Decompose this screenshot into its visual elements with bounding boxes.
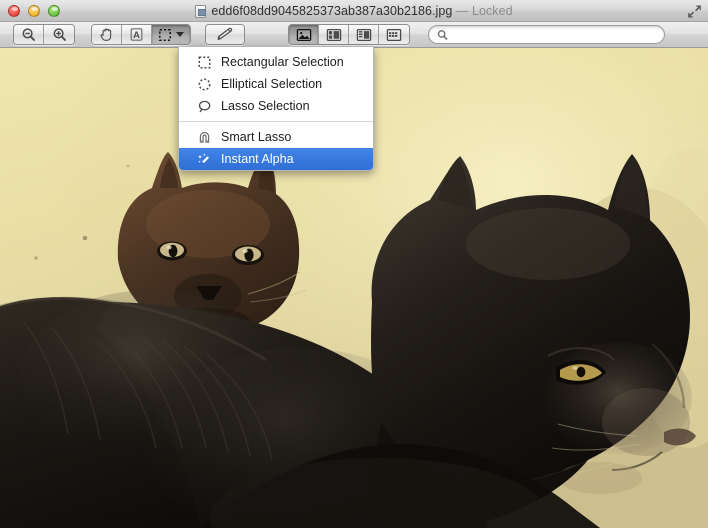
text-tool-button[interactable]: A [122,25,152,44]
menu-item-lasso-selection[interactable]: Lasso Selection [179,95,373,117]
menu-item-label: Elliptical Selection [221,77,323,91]
marching-ants-icon [159,28,171,41]
window-title-text: edd6f08dd9045825373ab387a30b2186.jpg — L… [211,4,512,18]
menu-item-elliptical-selection[interactable]: Elliptical Selection [179,73,373,95]
menu-item-rectangular-selection[interactable]: Rectangular Selection [179,51,373,73]
smart-lasso-icon [197,130,212,145]
window-controls [0,4,60,17]
menu-separator [179,121,373,122]
menu-item-label: Lasso Selection [221,99,310,113]
magnifier-minus-icon [22,28,35,41]
view-single-image-button[interactable] [289,25,319,44]
menu-item-label: Smart Lasso [221,130,292,144]
menu-item-label: Rectangular Selection [221,55,344,69]
sidebar-right-icon [356,28,371,41]
svg-text:A: A [133,30,140,40]
menu-item-label: Instant Alpha [221,152,294,166]
selection-tools-group: A [91,24,191,45]
dashed-ellipse-icon [197,77,212,92]
hand-icon [100,28,112,41]
menu-item-smart-lasso[interactable]: Smart Lasso [179,126,373,148]
zoom-button[interactable] [48,4,60,17]
view-thumbnails-button[interactable] [319,25,349,44]
lasso-icon [197,99,212,114]
toolbar: A [0,22,708,48]
menu-item-instant-alpha[interactable]: Instant Alpha [179,148,373,170]
search-field[interactable] [428,25,665,44]
view-contact-sheet-button[interactable] [379,25,409,44]
search-icon [437,29,448,40]
magnifier-plus-icon [53,28,66,41]
view-contact-list-button[interactable] [349,25,379,44]
letter-a-icon: A [130,28,143,41]
pencil-icon [217,27,232,40]
title-filename: edd6f08dd9045825373ab387a30b2186.jpg [211,4,453,18]
close-button[interactable] [8,4,20,17]
zoom-out-button[interactable] [14,25,44,44]
single-image-icon [296,28,311,41]
chevron-down-icon [176,32,184,37]
dashed-rectangle-icon [197,55,212,70]
title-status: Locked [471,4,513,18]
hand-tool-button[interactable] [92,25,122,44]
fullscreen-arrows-icon[interactable] [686,3,703,20]
search-input[interactable] [453,28,656,41]
selection-tool-menu: Rectangular Selection Elliptical Selecti… [178,47,374,171]
sidebar-left-icon [326,28,341,41]
title-bar: edd6f08dd9045825373ab387a30b2186.jpg — L… [0,0,708,22]
preview-window: edd6f08dd9045825373ab387a30b2186.jpg — L… [0,0,708,528]
jpeg-document-icon [195,4,207,18]
title-separator: — [452,4,472,18]
contact-sheet-icon [386,28,402,41]
selection-tool-button[interactable] [152,25,190,44]
markup-tools-group [205,24,245,45]
markup-tool-button[interactable] [206,25,244,44]
zoom-button-group [13,24,75,45]
zoom-in-button[interactable] [44,25,74,44]
magic-wand-icon [197,152,212,167]
view-mode-group [288,24,410,45]
minimize-button[interactable] [28,4,40,17]
window-title: edd6f08dd9045825373ab387a30b2186.jpg — L… [0,0,708,22]
